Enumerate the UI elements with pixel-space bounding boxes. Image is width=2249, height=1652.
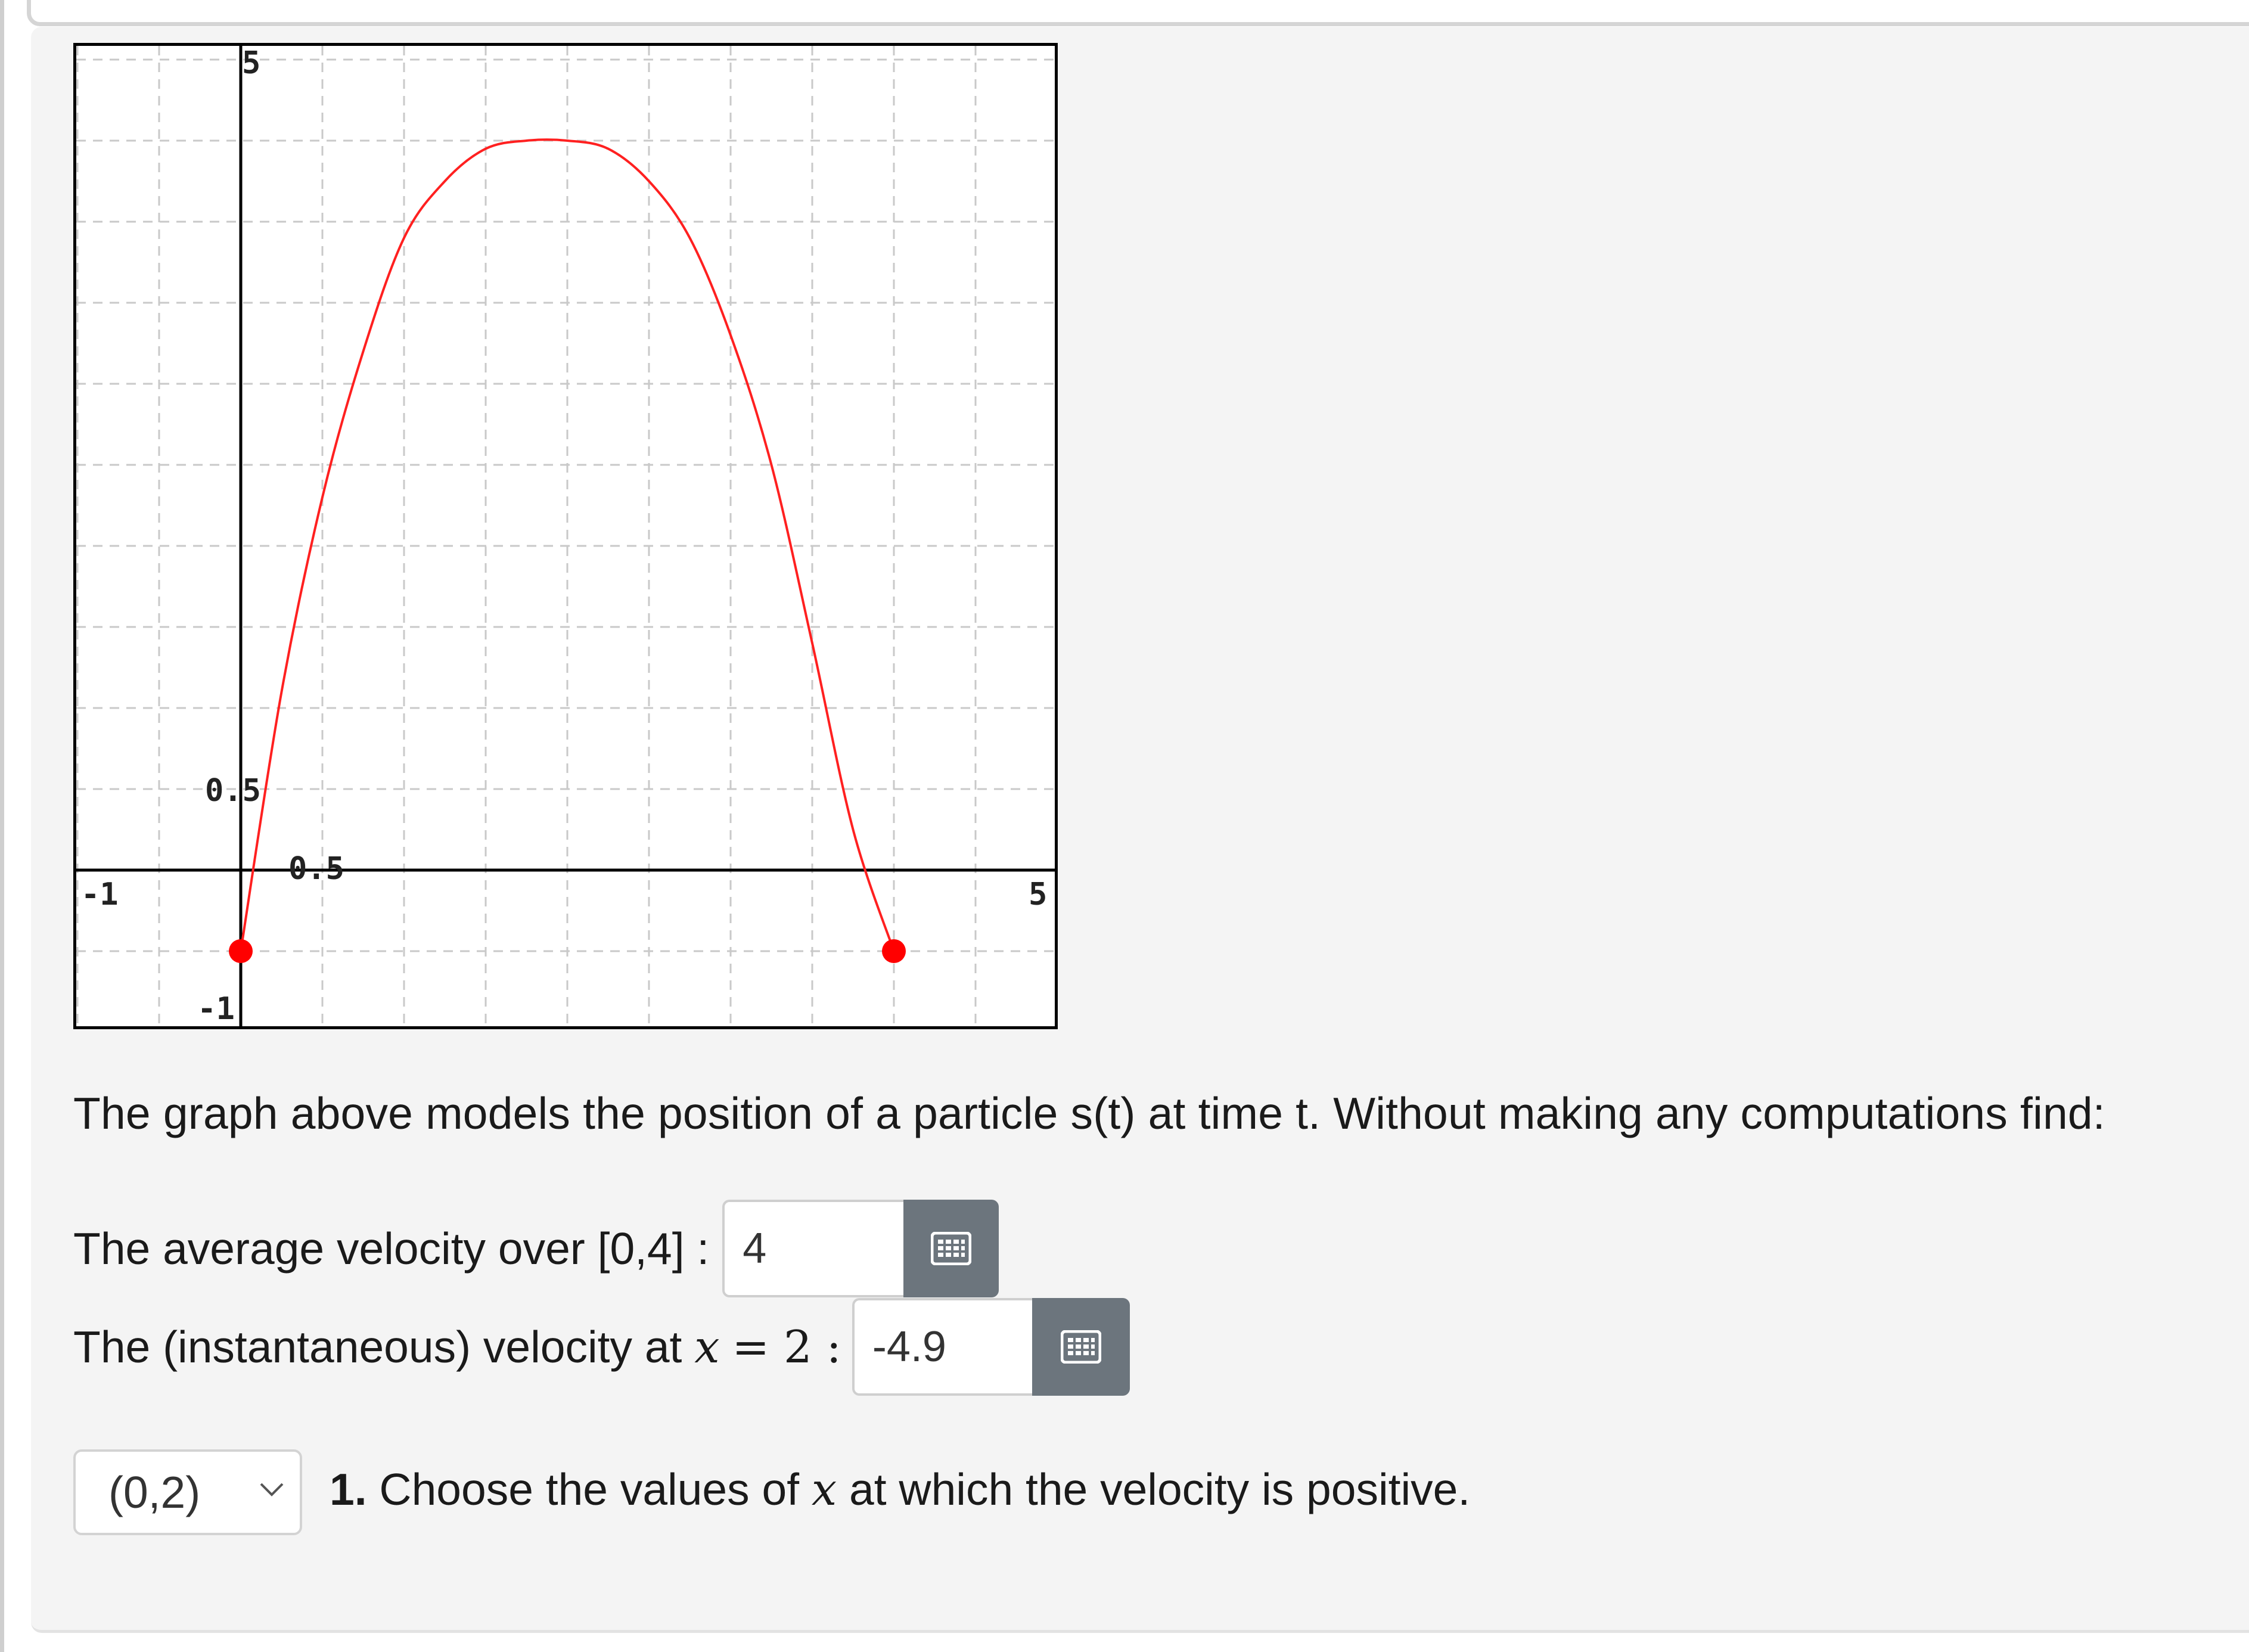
previous-card-edge xyxy=(27,0,2249,26)
avg-velocity-input[interactable] xyxy=(722,1200,904,1297)
chevron-down-icon xyxy=(260,1483,284,1496)
question-prompt: The graph above models the position of a… xyxy=(73,1088,2105,1138)
question-variable: x xyxy=(811,1463,837,1516)
x-tick-label-mid: 0.5 xyxy=(288,851,344,887)
graph-canvas: 5 -1 0.5 -1 5 0.5 xyxy=(76,46,1055,1026)
interval-select-value: (0,2) xyxy=(108,1467,201,1517)
inst-velocity-label-text: The (instantaneous) velocity at xyxy=(73,1322,682,1372)
inst-velocity-keypad-button[interactable] xyxy=(1032,1298,1130,1396)
keypad-icon xyxy=(931,1232,972,1265)
avg-velocity-row: The average velocity over [0,4] : xyxy=(73,1200,999,1297)
inst-velocity-equals: = 2 : xyxy=(732,1321,841,1373)
avg-velocity-keypad-button[interactable] xyxy=(903,1200,999,1297)
inst-velocity-row: The (instantaneous) velocity at x = 2 : xyxy=(73,1298,1130,1396)
keypad-icon xyxy=(1060,1330,1101,1364)
question-number: 1. xyxy=(330,1464,367,1514)
x-tick-label-right: 5 xyxy=(1029,877,1047,912)
inst-velocity-input-group xyxy=(852,1298,1130,1396)
inst-velocity-variable: x xyxy=(694,1321,720,1373)
question-text-suffix: at which the velocity is positive. xyxy=(849,1464,1471,1514)
curve-endpoint-1 xyxy=(882,939,906,963)
inst-velocity-input[interactable] xyxy=(852,1298,1032,1396)
y-tick-label-bottom: -1 xyxy=(197,991,235,1026)
avg-velocity-label: The average velocity over [0,4] : xyxy=(73,1224,710,1274)
interval-select[interactable]: (0,2) xyxy=(73,1449,302,1535)
question-text-prefix: Choose the values of xyxy=(366,1464,800,1514)
avg-velocity-input-group xyxy=(722,1200,999,1297)
inst-velocity-label: The (instantaneous) velocity at x = 2 : xyxy=(73,1321,841,1373)
position-graph: 5 -1 0.5 -1 5 0.5 xyxy=(73,43,1058,1029)
y-tick-label-top: 5 xyxy=(242,46,260,81)
positive-velocity-question: 1. Choose the values of x at which the v… xyxy=(330,1463,1470,1516)
left-border xyxy=(0,0,4,1652)
curve-endpoint-0 xyxy=(229,939,253,963)
x-tick-label-left: -1 xyxy=(81,877,119,912)
y-tick-label-mid: 0.5 xyxy=(205,773,261,809)
